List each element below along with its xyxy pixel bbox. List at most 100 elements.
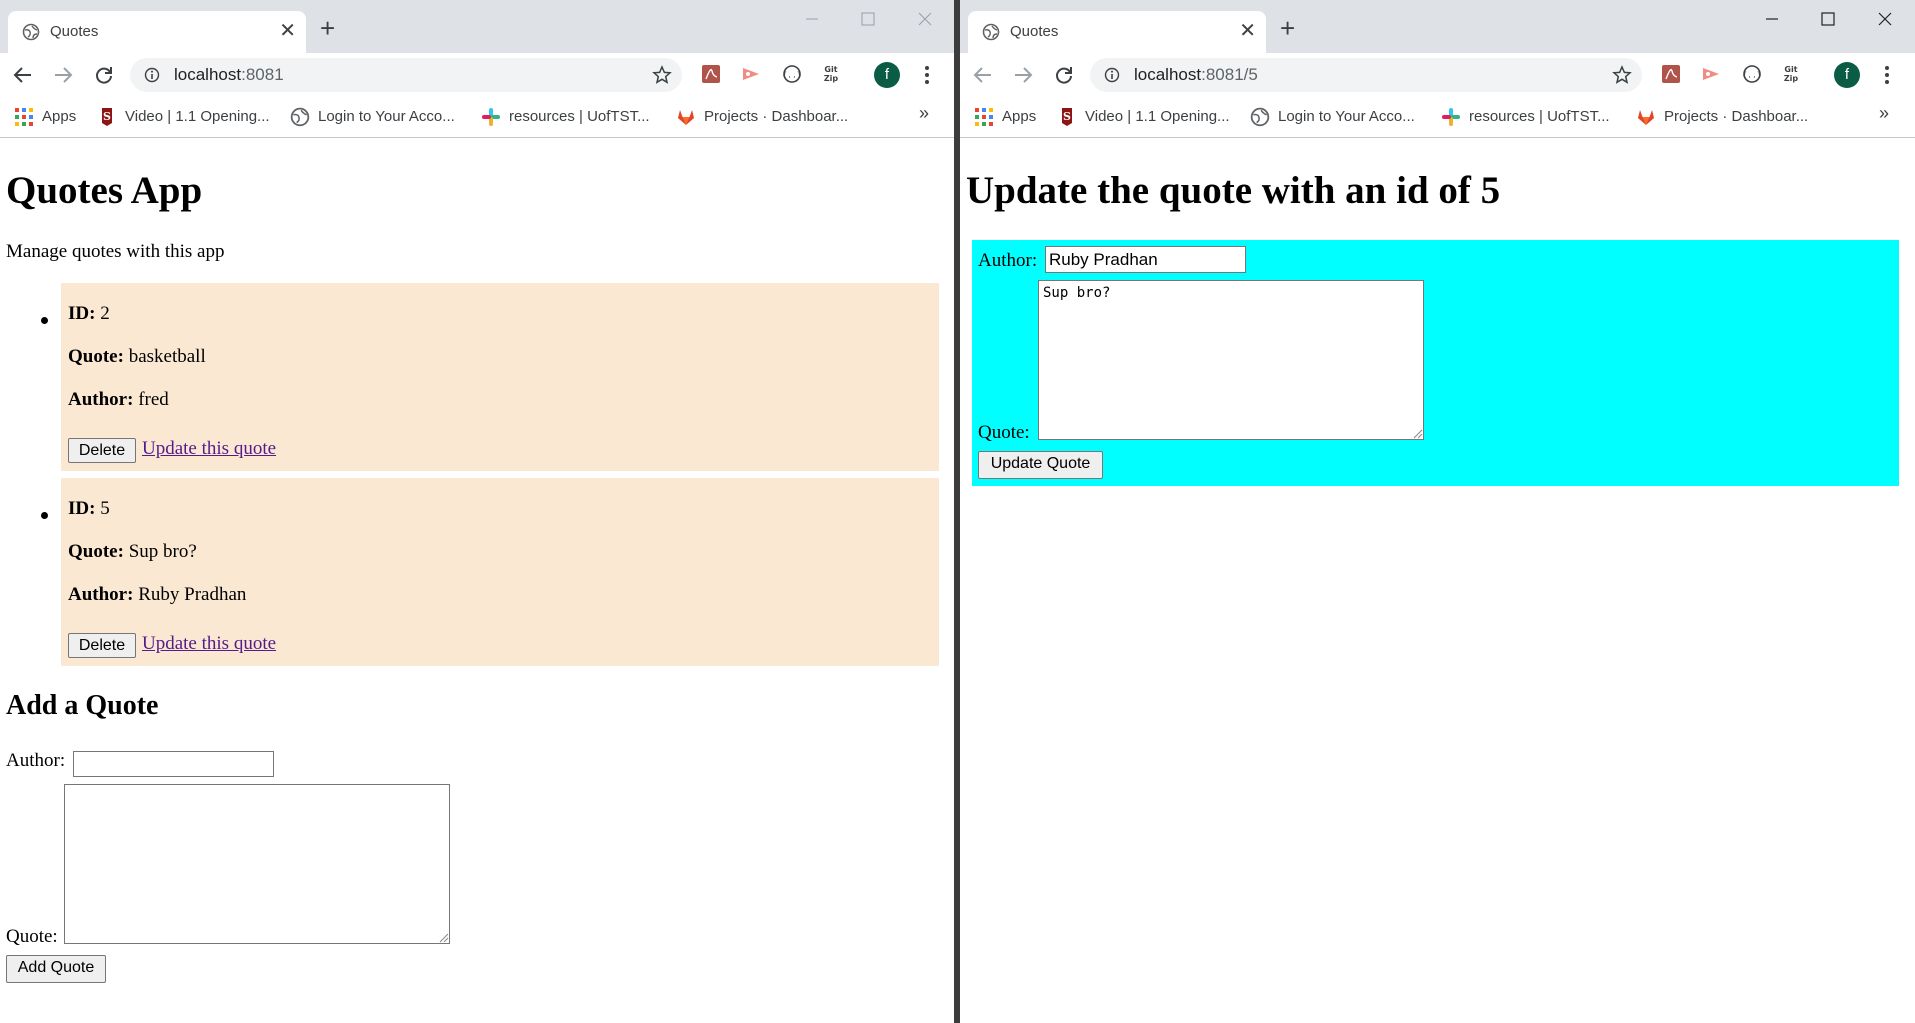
menu-kebab-icon[interactable] bbox=[915, 63, 939, 87]
quote-card: ID: 2 Quote: basketball Author: fred Del… bbox=[61, 283, 939, 471]
apps-grid-icon bbox=[975, 108, 993, 126]
profile-avatar[interactable]: f bbox=[1834, 62, 1860, 88]
delete-button[interactable]: Delete bbox=[68, 633, 136, 658]
tab-title: Quotes bbox=[1010, 23, 1059, 40]
maximize-icon[interactable] bbox=[843, 4, 893, 34]
quote-card: ID: 5 Quote: Sup bro? Author: Ruby Pradh… bbox=[61, 478, 939, 666]
url-text: localhost:8081/5 bbox=[1134, 65, 1258, 84]
json-viewer-icon[interactable]: {..} bbox=[781, 63, 803, 85]
profile-avatar[interactable]: f bbox=[874, 62, 900, 88]
json-viewer-icon[interactable]: {..} bbox=[1741, 63, 1763, 85]
quote-textarea[interactable] bbox=[64, 784, 450, 944]
resize-grip-icon[interactable] bbox=[1411, 427, 1423, 439]
quote-text: Quote: basketball bbox=[68, 346, 206, 367]
resize-grip-icon[interactable] bbox=[437, 931, 449, 943]
reload-icon[interactable] bbox=[1052, 63, 1076, 87]
svg-text:Zip: Zip bbox=[824, 74, 839, 83]
svg-text:Git: Git bbox=[824, 65, 837, 74]
quote-author: Author: Ruby Pradhan bbox=[68, 584, 247, 605]
stanford-logo-icon: S bbox=[1062, 108, 1072, 126]
toolbar: localhost:8081/5 {..} Git Zip f bbox=[960, 53, 1915, 97]
bookmarks-bar: Apps S Video | 1.1 Opening... Login to Y… bbox=[960, 97, 1915, 138]
list-bullet bbox=[41, 317, 48, 324]
svg-text:Zip: Zip bbox=[1784, 74, 1799, 83]
page-content: Quotes App Manage quotes with this app I… bbox=[0, 138, 954, 1023]
address-bar[interactable]: localhost:8081 bbox=[130, 58, 682, 92]
slack-icon bbox=[482, 108, 500, 126]
info-icon[interactable] bbox=[144, 67, 160, 83]
update-quote-link[interactable]: Update this quote bbox=[142, 438, 276, 460]
globe-icon bbox=[982, 23, 1000, 41]
pdf-icon[interactable] bbox=[1660, 63, 1682, 85]
svg-text:{..}: {..} bbox=[782, 71, 801, 80]
globe-icon bbox=[1250, 107, 1270, 127]
browser-window-right: Quotes ✕ + localhost:8081/5 {..} Git Zip … bbox=[960, 0, 1915, 1023]
bookmark-star-icon[interactable] bbox=[1612, 65, 1632, 85]
quote-textarea[interactable]: Sup bro? bbox=[1038, 280, 1424, 440]
svg-text:S: S bbox=[103, 110, 111, 123]
gitzip-icon[interactable]: GitZip bbox=[820, 63, 842, 85]
stanford-logo-icon: S bbox=[102, 108, 112, 126]
author-input[interactable] bbox=[1045, 246, 1246, 273]
new-tab-icon[interactable]: + bbox=[1280, 14, 1295, 42]
page-title: Update the quote with an id of 5 bbox=[966, 169, 1501, 212]
tab-title: Quotes bbox=[50, 23, 99, 40]
info-icon[interactable] bbox=[1104, 67, 1120, 83]
browser-window-left: Quotes ✕ + localhost:8081 {..} Git Zip f … bbox=[0, 0, 954, 1023]
back-icon[interactable] bbox=[971, 63, 995, 87]
bookmarks-bar: Apps S Video | 1.1 Opening... Login to Y… bbox=[0, 97, 954, 138]
forward-icon[interactable] bbox=[51, 63, 75, 87]
toolbar: localhost:8081 {..} Git Zip f bbox=[0, 53, 954, 97]
page-title: Quotes App bbox=[6, 169, 203, 212]
minimize-icon[interactable] bbox=[1747, 4, 1797, 34]
screencast-icon[interactable] bbox=[740, 63, 762, 85]
screencast-icon[interactable] bbox=[1700, 63, 1722, 85]
svg-text:{..}: {..} bbox=[1742, 71, 1761, 80]
add-quote-heading: Add a Quote bbox=[6, 690, 159, 721]
author-label: Author: bbox=[978, 250, 1038, 271]
quote-text: Quote: Sup bro? bbox=[68, 541, 197, 562]
delete-button[interactable]: Delete bbox=[68, 438, 136, 463]
menu-kebab-icon[interactable] bbox=[1875, 63, 1899, 87]
close-tab-icon[interactable]: ✕ bbox=[279, 19, 296, 43]
forward-icon[interactable] bbox=[1011, 63, 1035, 87]
browser-tab[interactable]: Quotes ✕ bbox=[8, 11, 306, 53]
page-subtitle: Manage quotes with this app bbox=[6, 241, 225, 262]
more-bookmarks-icon[interactable]: » bbox=[1879, 103, 1889, 124]
title-bar: Quotes ✕ + bbox=[0, 0, 954, 53]
add-quote-button[interactable]: Add Quote bbox=[6, 955, 106, 983]
browser-tab[interactable]: Quotes ✕ bbox=[968, 11, 1266, 53]
gitlab-icon bbox=[678, 110, 694, 125]
apps-grid-icon bbox=[15, 108, 33, 126]
close-window-icon[interactable] bbox=[900, 4, 950, 34]
back-icon[interactable] bbox=[11, 63, 35, 87]
bookmark-star-icon[interactable] bbox=[652, 65, 672, 85]
new-tab-icon[interactable]: + bbox=[320, 14, 335, 42]
title-bar: Quotes ✕ + bbox=[960, 0, 1915, 53]
close-tab-icon[interactable]: ✕ bbox=[1239, 19, 1256, 43]
globe-icon bbox=[290, 107, 310, 127]
author-label: Author: bbox=[6, 750, 66, 771]
quote-label: Quote: bbox=[6, 926, 58, 947]
gitlab-icon bbox=[1638, 110, 1654, 125]
quote-author: Author: fred bbox=[68, 389, 169, 410]
minimize-icon[interactable] bbox=[787, 4, 837, 34]
slack-icon bbox=[1442, 108, 1460, 126]
svg-text:S: S bbox=[1063, 110, 1071, 123]
author-input[interactable] bbox=[73, 751, 274, 777]
quote-id: ID: 5 bbox=[68, 498, 110, 519]
globe-icon bbox=[22, 23, 40, 41]
quote-id: ID: 2 bbox=[68, 303, 110, 324]
url-text: localhost:8081 bbox=[174, 65, 284, 84]
more-bookmarks-icon[interactable]: » bbox=[919, 103, 929, 124]
gitzip-icon[interactable]: GitZip bbox=[1780, 63, 1802, 85]
address-bar[interactable]: localhost:8081/5 bbox=[1090, 58, 1642, 92]
reload-icon[interactable] bbox=[92, 63, 116, 87]
pdf-icon[interactable] bbox=[700, 63, 722, 85]
update-quote-link[interactable]: Update this quote bbox=[142, 633, 276, 655]
page-content: Update the quote with an id of 5 Author:… bbox=[960, 138, 1915, 1023]
update-quote-button[interactable]: Update Quote bbox=[978, 451, 1103, 479]
quote-label: Quote: bbox=[978, 422, 1030, 443]
maximize-icon[interactable] bbox=[1803, 4, 1853, 34]
close-window-icon[interactable] bbox=[1860, 4, 1910, 34]
